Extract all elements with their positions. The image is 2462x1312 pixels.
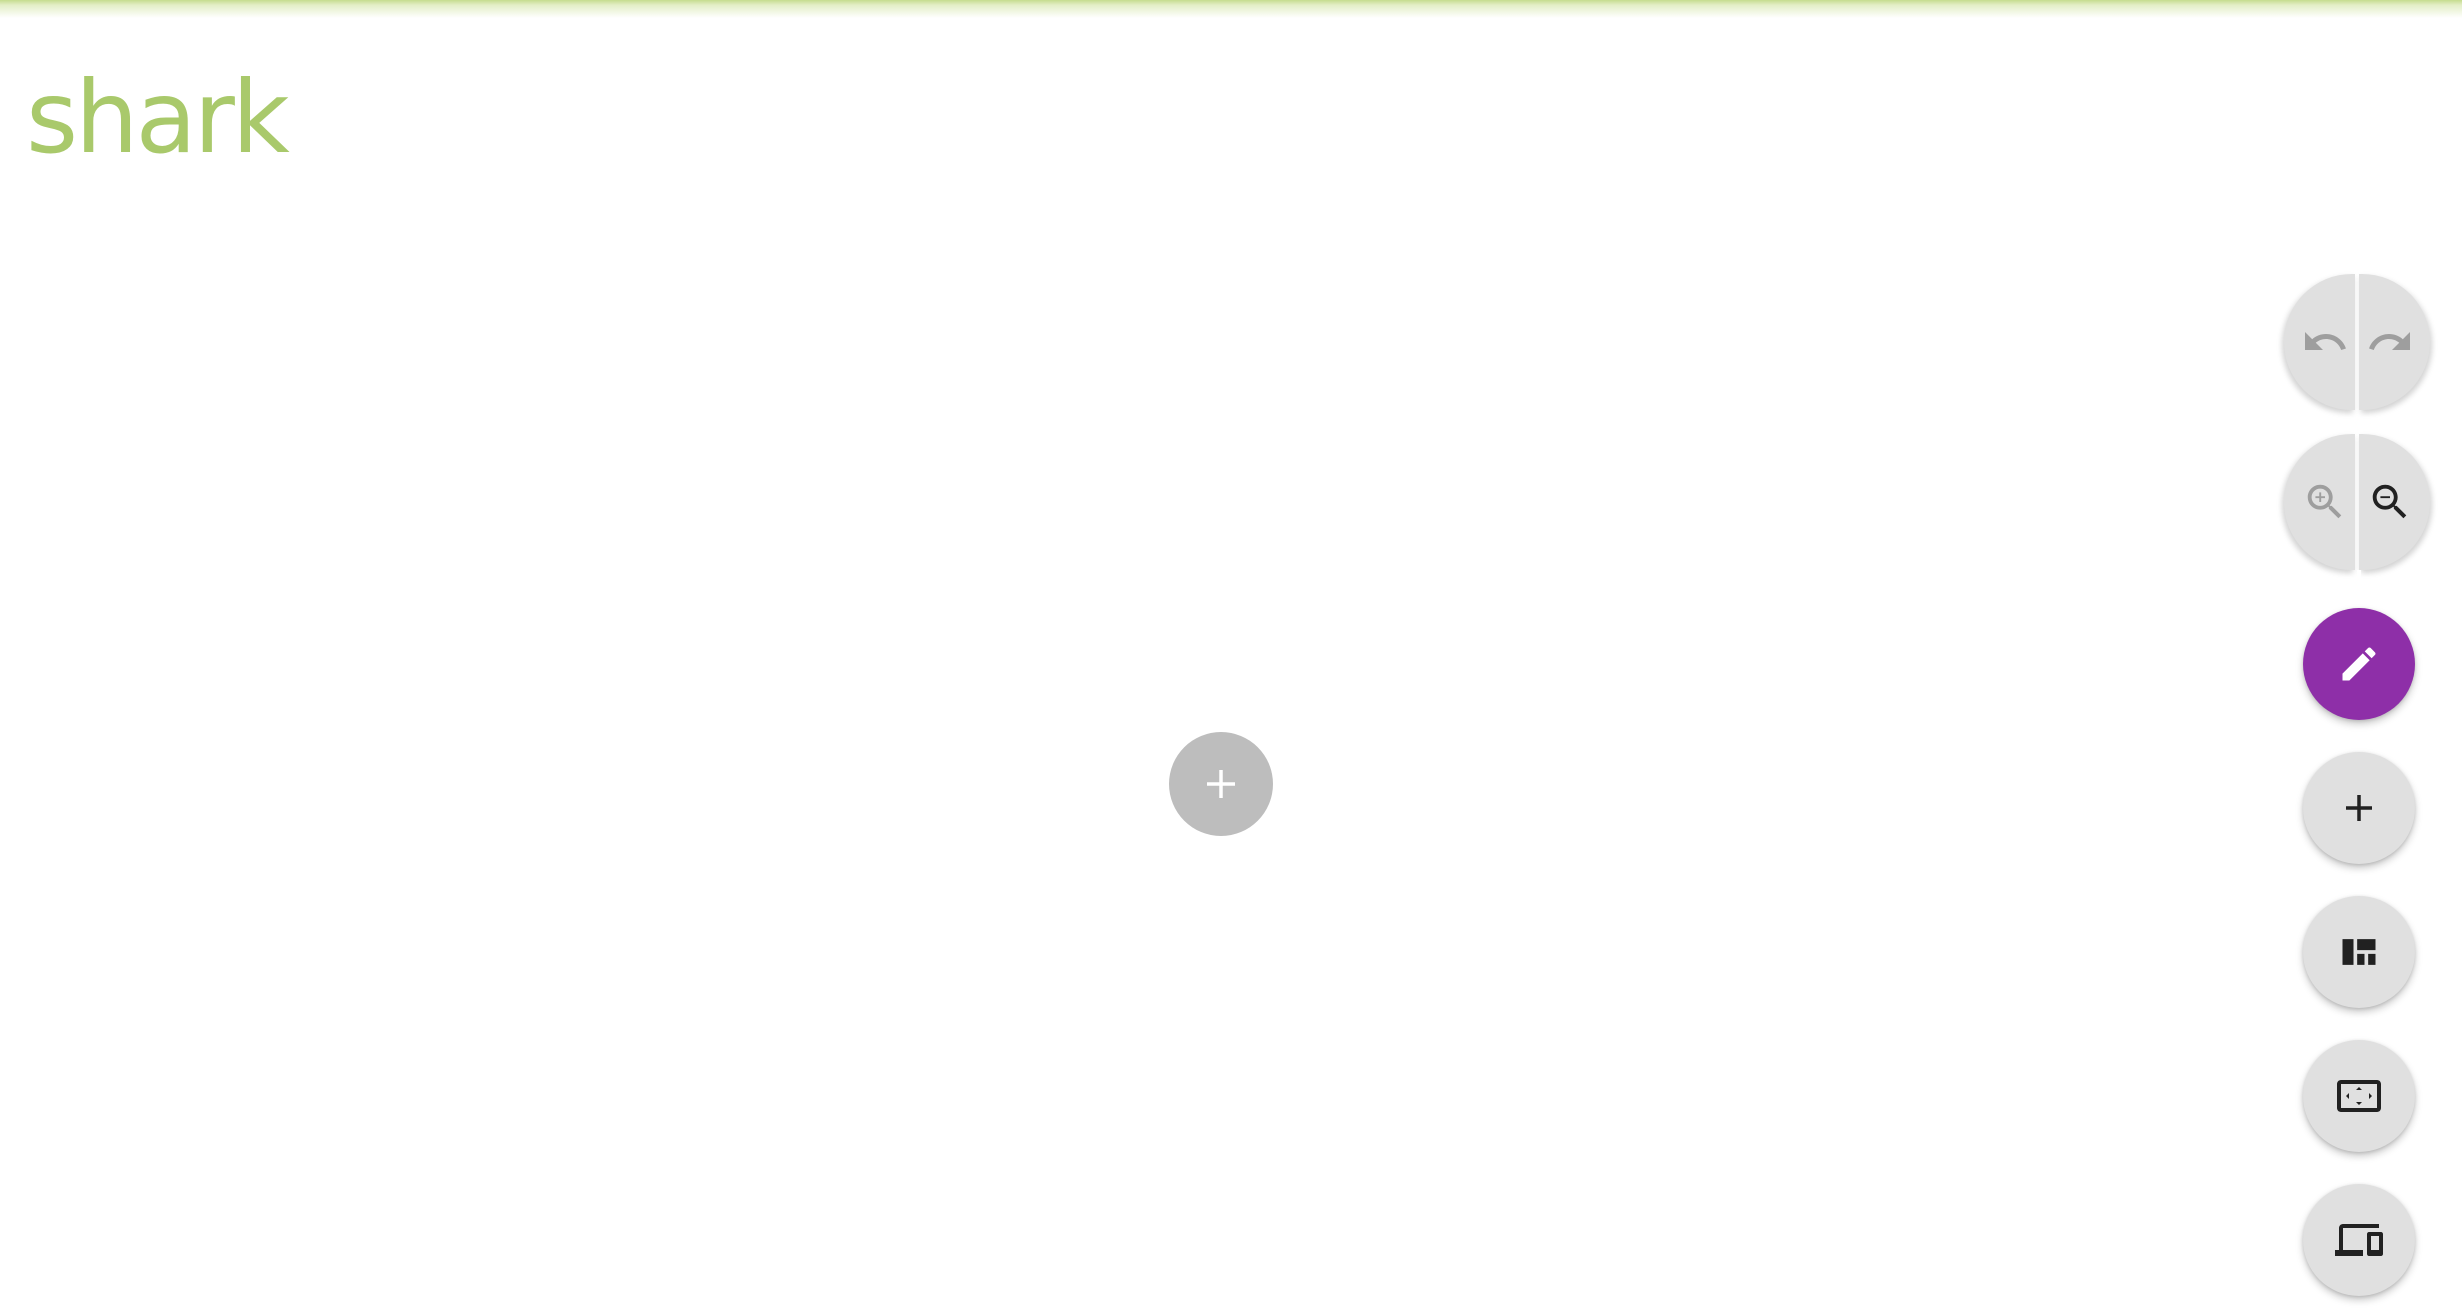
fit-screen-icon xyxy=(2337,1080,2381,1112)
app-logo: shark xyxy=(26,59,290,176)
zoom-controls xyxy=(2284,434,2430,570)
zoom-in-button[interactable] xyxy=(2284,434,2355,570)
zoom-out-button[interactable] xyxy=(2359,434,2430,570)
zoom-in-icon xyxy=(2307,484,2341,519)
zoom-out-icon xyxy=(2372,484,2406,519)
canvas-add-button[interactable] xyxy=(1169,732,1273,836)
redo-icon xyxy=(2368,332,2410,350)
controls-divider xyxy=(2357,570,2361,588)
plus-icon xyxy=(1207,770,1235,798)
edit-button[interactable] xyxy=(2303,608,2415,720)
fit-screen-button[interactable] xyxy=(2303,1040,2415,1152)
redo-button[interactable] xyxy=(2359,274,2430,410)
dashboard-layout-icon xyxy=(2342,939,2376,965)
undo-button[interactable] xyxy=(2284,274,2355,410)
layout-button[interactable] xyxy=(2303,896,2415,1008)
pencil-icon xyxy=(2342,647,2376,681)
undo-icon xyxy=(2304,332,2346,350)
add-widget-button[interactable] xyxy=(2303,752,2415,864)
plus-icon xyxy=(2346,795,2372,821)
top-accent-bar xyxy=(0,0,2462,18)
history-controls xyxy=(2284,274,2430,410)
devices-icon xyxy=(2335,1224,2383,1256)
devices-button[interactable] xyxy=(2303,1184,2415,1296)
